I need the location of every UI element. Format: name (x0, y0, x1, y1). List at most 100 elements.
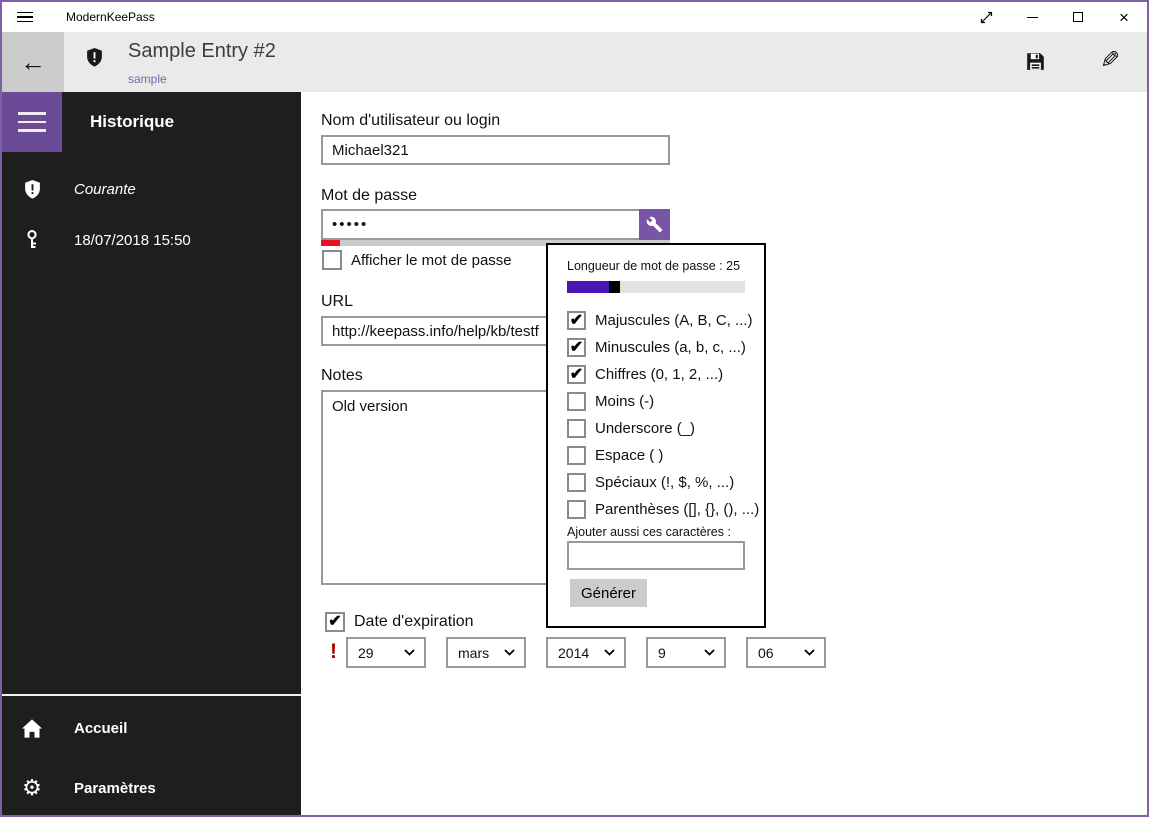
option-minus[interactable]: Moins (-) (567, 388, 759, 415)
back-arrow-icon: ← (20, 46, 46, 77)
notes-label: Notes (321, 367, 363, 384)
back-button[interactable]: ← (2, 32, 64, 92)
fullscreen-button[interactable] (963, 2, 1009, 32)
year-value: 2014 (558, 644, 590, 661)
close-icon: × (1119, 7, 1129, 27)
minimize-button[interactable] (1009, 2, 1055, 32)
slider-fill (567, 281, 609, 293)
pencil-icon: ✎ (1100, 47, 1121, 74)
uppercase-checkbox[interactable] (567, 311, 586, 330)
url-label: URL (321, 293, 354, 310)
minute-select[interactable]: 06 (746, 637, 826, 668)
edit-button[interactable]: ✎ (1100, 46, 1120, 75)
custom-chars-label: Ajouter aussi ces caractères : (567, 525, 731, 539)
history-item-label: Courante (74, 180, 136, 198)
page-header: ← Sample Entry #2 sample ✎ (2, 32, 1147, 92)
year-select[interactable]: 2014 (546, 637, 626, 668)
history-sidebar: Historique Courante 18/07/2018 15:50 Acc… (2, 92, 301, 815)
show-password-row[interactable]: Afficher le mot de passe (322, 250, 512, 270)
title-bar: ModernKeePass × (2, 2, 1147, 32)
expiration-row[interactable]: Date d'expiration (325, 612, 474, 632)
special-checkbox[interactable] (567, 473, 586, 492)
username-label: Nom d'utilisateur ou login (321, 112, 501, 129)
chevron-down-icon (804, 649, 815, 656)
chevron-down-icon (604, 649, 615, 656)
slider-thumb[interactable] (609, 281, 620, 293)
option-digits[interactable]: Chiffres (0, 1, 2, ...) (567, 361, 759, 388)
custom-chars-input[interactable] (567, 541, 745, 570)
option-space[interactable]: Espace ( ) (567, 442, 759, 469)
brackets-checkbox[interactable] (567, 500, 586, 519)
expired-warning-icon: ! (330, 640, 337, 663)
show-password-label: Afficher le mot de passe (351, 251, 512, 269)
lowercase-checkbox[interactable] (567, 338, 586, 357)
option-uppercase[interactable]: Majuscules (A, B, C, ...) (567, 307, 759, 334)
hour-value: 9 (658, 644, 666, 661)
generate-button[interactable]: Générer (570, 579, 647, 607)
option-brackets[interactable]: Parenthèses ([], {}, (), ...) (567, 496, 759, 523)
hamburger-icon (18, 112, 46, 132)
month-value: mars (458, 644, 490, 661)
chevron-down-icon (404, 649, 415, 656)
charset-option-list: Majuscules (A, B, C, ...) Minuscules (a,… (567, 307, 759, 523)
page-title: Sample Entry #2 (128, 40, 276, 62)
nav-menu-button[interactable] (2, 92, 62, 152)
minus-checkbox[interactable] (567, 392, 586, 411)
sidebar-item-settings[interactable]: ⚙ Paramètres (2, 766, 301, 810)
expiration-label: Date d'expiration (354, 613, 474, 630)
option-label: Espace ( ) (595, 447, 664, 464)
option-underscore[interactable]: Underscore (_) (567, 415, 759, 442)
titlebar-menu-icon[interactable] (2, 2, 48, 32)
minimize-icon (1026, 16, 1038, 18)
password-input[interactable] (321, 209, 670, 240)
save-icon (1027, 53, 1044, 70)
hour-select[interactable]: 9 (646, 637, 726, 668)
option-label: Moins (-) (595, 393, 655, 410)
sidebar-heading: Historique (90, 112, 175, 131)
password-generator-popup: Longueur de mot de passe : 25 Majuscules… (546, 243, 766, 628)
digits-checkbox[interactable] (567, 365, 586, 384)
chevron-down-icon (704, 649, 715, 656)
password-field-group (321, 209, 670, 240)
chevron-down-icon (504, 649, 515, 656)
sidebar-item-home[interactable]: Accueil (2, 706, 301, 750)
entry-form: Nom d'utilisateur ou login Mot de passe … (301, 92, 1147, 815)
hamburger-icon (17, 11, 33, 23)
shield-exclamation-icon (2, 179, 62, 199)
space-checkbox[interactable] (567, 446, 586, 465)
maximize-button[interactable] (1055, 2, 1101, 32)
history-item-entry[interactable]: 18/07/2018 15:50 (2, 218, 301, 262)
day-value: 29 (358, 644, 374, 661)
maximize-icon (1073, 12, 1083, 22)
month-select[interactable]: mars (446, 637, 526, 668)
option-special[interactable]: Spéciaux (!, $, %, ...) (567, 469, 759, 496)
password-generator-button[interactable] (639, 209, 670, 240)
password-strength-fill (321, 240, 340, 246)
home-icon (2, 718, 62, 738)
underscore-checkbox[interactable] (567, 419, 586, 438)
history-item-current[interactable]: Courante (2, 167, 301, 211)
wrench-icon (646, 216, 663, 233)
show-password-checkbox[interactable] (322, 250, 342, 270)
app-title: ModernKeePass (66, 10, 155, 24)
sidebar-item-label: Accueil (74, 719, 128, 737)
entry-shield-icon (86, 48, 103, 67)
username-input[interactable] (321, 135, 670, 165)
option-lowercase[interactable]: Minuscules (a, b, c, ...) (567, 334, 759, 361)
password-length-slider[interactable] (567, 281, 745, 293)
password-length-label: Longueur de mot de passe : 25 (567, 259, 741, 273)
password-label: Mot de passe (321, 187, 418, 204)
sidebar-item-label: Paramètres (74, 779, 156, 797)
option-label: Parenthèses ([], {}, (), ...) (595, 501, 760, 518)
day-select[interactable]: 29 (346, 637, 426, 668)
gear-icon: ⚙ (22, 775, 42, 800)
option-label: Spéciaux (!, $, %, ...) (595, 474, 735, 491)
expiration-checkbox[interactable] (325, 612, 345, 632)
option-label: Chiffres (0, 1, 2, ...) (595, 366, 724, 383)
close-button[interactable]: × (1101, 2, 1147, 32)
key-icon (2, 230, 62, 250)
history-item-label: 18/07/2018 15:50 (74, 231, 191, 249)
entry-group-link[interactable]: sample (128, 72, 167, 86)
save-button[interactable] (1026, 52, 1045, 71)
option-label: Underscore (_) (595, 420, 696, 437)
